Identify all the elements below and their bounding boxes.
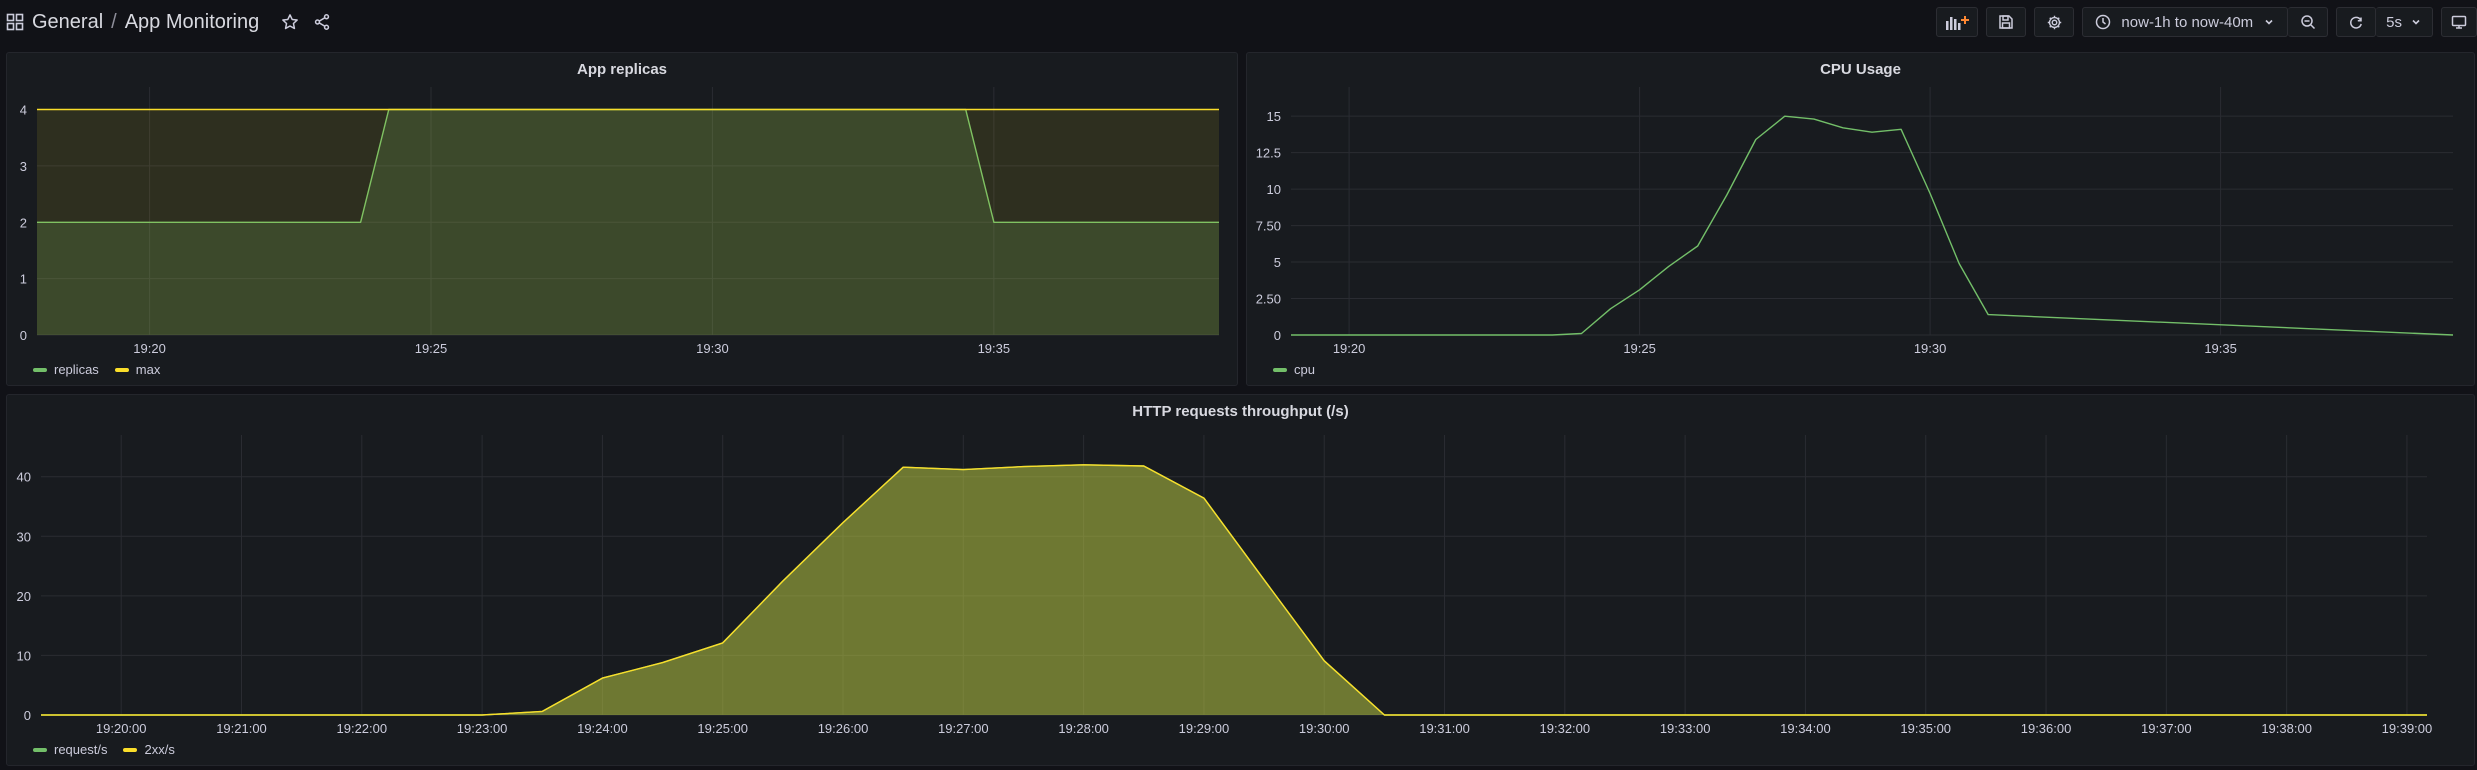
y-tick-label: 4 (20, 103, 27, 118)
y-tick-label: 2 (20, 215, 27, 230)
refresh-icon (2348, 14, 2364, 30)
refresh-interval-picker[interactable]: 5s (2376, 7, 2433, 37)
x-tick-label: 19:30:00 (1299, 721, 1350, 736)
tv-icon (2451, 14, 2467, 30)
legend-item-2xx[interactable]: 2xx/s (123, 742, 175, 757)
save-dashboard-button[interactable] (1986, 7, 2027, 37)
x-tick-label: 19:37:00 (2141, 721, 2192, 736)
share-icon[interactable] (313, 13, 331, 31)
x-tick-label: 19:39:00 (2382, 721, 2433, 736)
x-tick-label: 19:35:00 (1900, 721, 1951, 736)
x-tick-label: 19:20 (133, 341, 166, 356)
time-range-label: now-1h to now-40m (2121, 13, 2254, 31)
y-tick-label: 0 (20, 328, 27, 343)
legend-label: request/s (54, 742, 108, 757)
x-tick-label: 19:20:00 (96, 721, 147, 736)
legend-item-cpu[interactable]: cpu (1273, 362, 1315, 377)
x-tick-label: 19:20 (1333, 341, 1366, 356)
y-tick-label: 10 (17, 648, 31, 663)
y-tick-label: 30 (17, 529, 31, 544)
apps-icon[interactable] (6, 13, 24, 31)
y-tick-label: 10 (1267, 182, 1281, 197)
x-tick-label: 19:23:00 (457, 721, 508, 736)
series-area-max (37, 109, 1219, 335)
y-tick-label: 40 (17, 470, 31, 485)
y-tick-label: 2.50 (1256, 292, 1281, 307)
settings-icon (2046, 14, 2063, 31)
clock-icon (2095, 14, 2111, 30)
panel-http-throughput[interactable]: HTTP requests throughput (/s) 0 10 20 30 40 1… (6, 394, 2475, 766)
x-tick-label: 19:24:00 (577, 721, 628, 736)
legend-item-requests[interactable]: request/s (33, 742, 107, 757)
y-tick-label: 15 (1267, 109, 1281, 124)
breadcrumb-folder[interactable]: General (32, 11, 103, 34)
panel-app-replicas[interactable]: App replicas 0 1 2 3 4 19:20 19:25 19:30 19:35 r… (6, 52, 1238, 386)
x-tick-label: 19:32:00 (1540, 721, 1591, 736)
y-tick-label: 12.5 (1256, 146, 1281, 161)
chart-legend: replicas max (33, 362, 160, 377)
series-area-2xxs (41, 464, 2427, 715)
cpu-chart: 0 2.50 5 7.50 10 12.5 15 19:20 19:25 19:30 19:35 (1256, 87, 2454, 356)
x-tick-label: 19:25:00 (697, 721, 748, 736)
x-tick-label: 19:29:00 (1179, 721, 1230, 736)
x-tick-label: 19:30 (696, 341, 729, 356)
zoom-out-icon (2300, 14, 2316, 30)
breadcrumb: General / App Monitoring (6, 8, 331, 36)
x-tick-label: 19:30 (1914, 341, 1947, 356)
dashboard-title[interactable]: App Monitoring (125, 11, 260, 34)
http-chart: 0 10 20 30 40 19:20:00 19:21:00 19:22:00 19:23:0… (17, 435, 2433, 736)
legend-label: replicas (54, 362, 99, 377)
x-tick-label: 19:33:00 (1660, 721, 1711, 736)
x-tick-label: 19:26:00 (818, 721, 869, 736)
breadcrumb-separator: / (111, 10, 117, 33)
x-tick-label: 19:27:00 (938, 721, 989, 736)
x-tick-label: 19:25 (415, 341, 448, 356)
chevron-down-icon (2410, 16, 2422, 28)
kiosk-mode-button[interactable] (2441, 7, 2477, 37)
add-panel-icon (1945, 13, 1970, 31)
x-tick-label: 19:28:00 (1058, 721, 1109, 736)
y-tick-label: 0 (1274, 328, 1281, 343)
legend-label: cpu (1294, 362, 1315, 377)
time-range-picker[interactable]: now-1h to now-40m (2082, 7, 2289, 37)
chart-legend: cpu (1273, 362, 1315, 377)
x-tick-label: 19:36:00 (2021, 721, 2072, 736)
legend-item-replicas[interactable]: replicas (33, 362, 99, 377)
x-tick-label: 19:31:00 (1419, 721, 1470, 736)
x-tick-label: 19:21:00 (216, 721, 267, 736)
x-tick-label: 19:25 (1623, 341, 1656, 356)
x-tick-label: 19:34:00 (1780, 721, 1831, 736)
legend-label: max (135, 362, 161, 377)
refresh-interval-label: 5s (2386, 13, 2402, 31)
y-tick-label: 20 (17, 589, 31, 604)
refresh-button[interactable] (2336, 7, 2377, 37)
chevron-down-icon (2263, 16, 2275, 28)
replicas-chart: 0 1 2 3 4 19:20 19:25 19:30 19:35 (20, 87, 1219, 356)
add-panel-button[interactable] (1936, 7, 1979, 37)
save-icon (1998, 14, 2014, 30)
star-icon[interactable] (281, 13, 299, 31)
y-tick-label: 1 (20, 272, 27, 287)
x-tick-label: 19:35 (978, 341, 1011, 356)
x-tick-label: 19:35 (2204, 341, 2237, 356)
y-tick-label: 7.50 (1256, 219, 1281, 234)
dashboard-settings-button[interactable] (2034, 7, 2075, 37)
chart-legend: request/s 2xx/s (33, 742, 175, 757)
panel-cpu-usage[interactable]: CPU Usage 0 2.50 5 7.50 10 12.5 15 19:20 19:25 19… (1246, 52, 2475, 386)
y-tick-label: 3 (20, 159, 27, 174)
zoom-out-button[interactable] (2288, 7, 2329, 37)
x-tick-label: 19:38:00 (2261, 721, 2312, 736)
dashboard-toolbar: now-1h to now-40m 5s (1936, 7, 2477, 37)
legend-item-max[interactable]: max (114, 362, 161, 377)
y-tick-label: 0 (24, 708, 31, 723)
y-tick-label: 5 (1274, 255, 1281, 270)
x-tick-label: 19:22:00 (337, 721, 388, 736)
top-navbar: General / App Monitoring now-1h to now-4… (0, 0, 2477, 44)
chart-grid (1291, 87, 2453, 336)
legend-label: 2xx/s (144, 742, 175, 757)
